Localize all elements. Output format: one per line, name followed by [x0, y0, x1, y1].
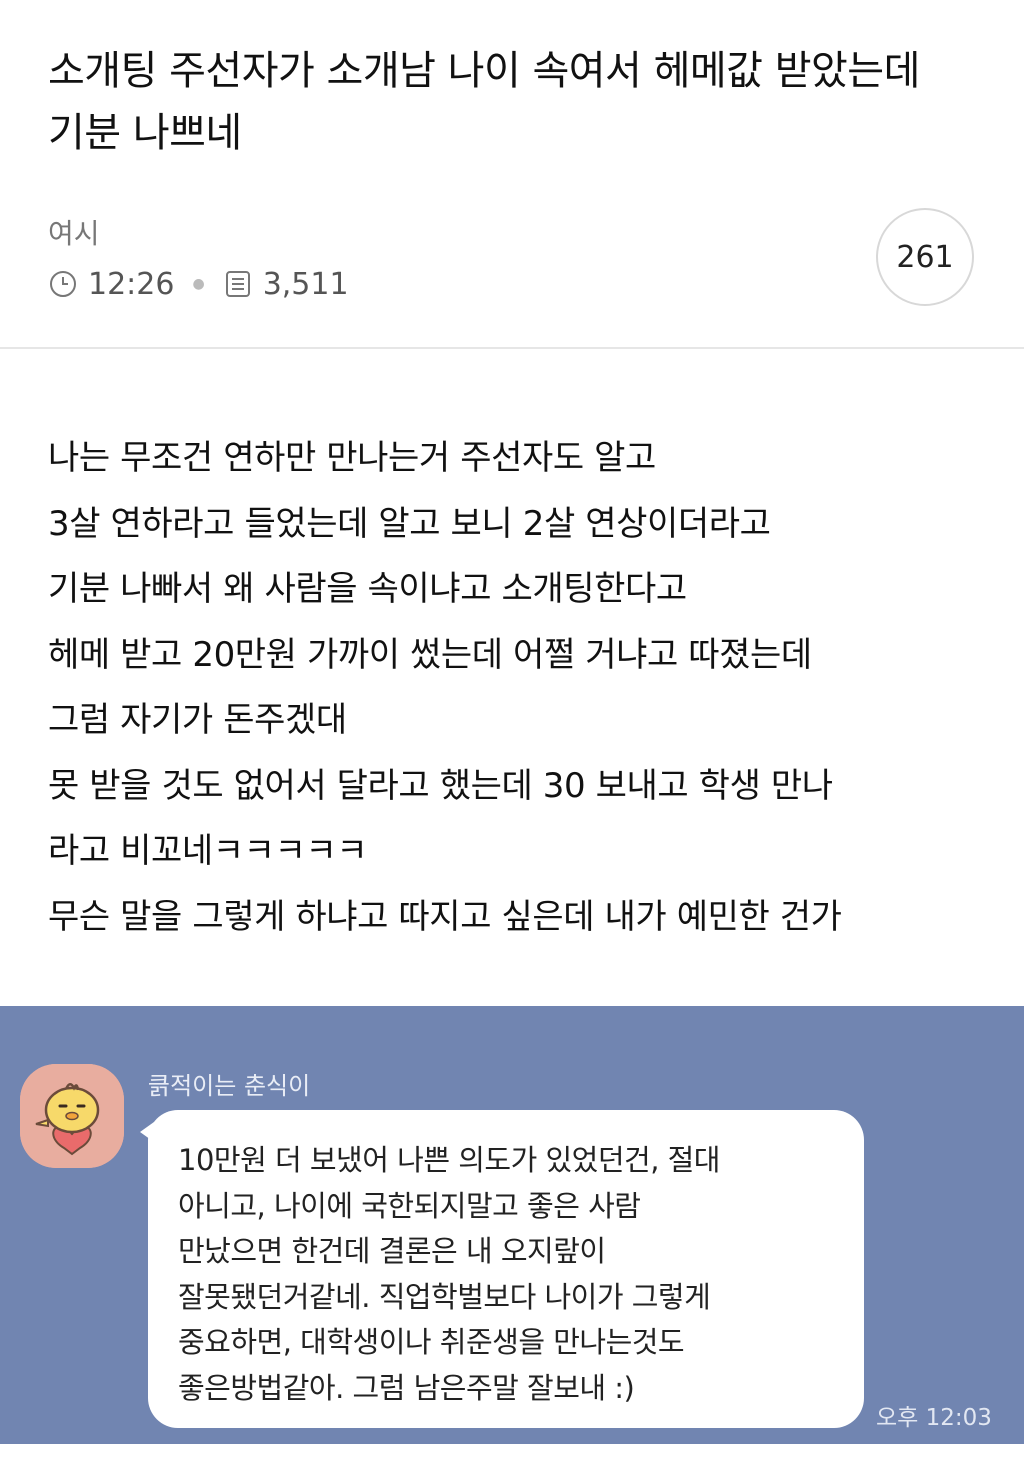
body-line: 라고 비꼬네ㅋㅋㅋㅋㅋ [48, 831, 368, 871]
comment-count-button[interactable]: 261 [876, 208, 974, 306]
body-line: 무슨 말을 그렇게 하냐고 따지고 싶은데 내가 예민한 건가 [48, 896, 842, 937]
meta-separator: ● [192, 276, 205, 292]
post-header: 소개팅 주선자가 소개남 나이 속여서 헤메값 받았는데 기분 나쁘네 여시 1… [0, 0, 1024, 348]
message-line: 10만원 더 보냈어 나쁜 의도가 있었던건, 절대 [178, 1143, 721, 1177]
post-time: 12:26 [88, 266, 175, 302]
post-body: 나는 무조건 연하만 만나는거 주선자도 알고 3살 연하라고 들었는데 알고 … [48, 426, 988, 950]
body-line: 못 받을 것도 없어서 달라고 했는데 30 보내고 학생 만나 [48, 765, 833, 806]
message-line: 아니고, 나이에 국한되지말고 좋은 사람 [178, 1188, 641, 1223]
header-divider [0, 347, 1024, 349]
author-name[interactable]: 여시 [48, 212, 100, 252]
body-line: 3살 연하라고 들었는데 알고 보니 2살 연상이더라고 [48, 503, 771, 544]
body-line: 헤메 받고 20만원 가까이 썼는데 어쩔 거냐고 따졌는데 [48, 634, 812, 675]
chat-message: 10만원 더 보냈어 나쁜 의도가 있었던건, 절대 아니고, 나이에 국한되지… [178, 1138, 838, 1412]
body-line: 나는 무조건 연하만 만나는거 주선자도 알고 [48, 438, 656, 478]
chat-timestamp: 오후 12:03 [876, 1405, 992, 1431]
message-line: 잘못됐던거같네. 직업학벌보다 나이가 그렇게 [178, 1279, 711, 1314]
view-count: 3,511 [262, 266, 349, 302]
message-line: 좋은방법같아. 그럼 남은주말 잘보내 :) [178, 1370, 635, 1405]
clock-icon [48, 269, 78, 299]
post-title: 소개팅 주선자가 소개남 나이 속여서 헤메값 받았는데 기분 나쁘네 [48, 48, 920, 156]
chick-avatar-icon [20, 1064, 124, 1168]
message-line: 만났으면 한건데 결론은 내 오지랖이 [178, 1234, 606, 1269]
chat-screenshot: 큵적이는 춘식이 10만원 더 보냈어 나쁜 의도가 있었던건, 절대 아니고,… [0, 1006, 1024, 1444]
document-icon [223, 269, 253, 299]
chat-sender-name: 큵적이는 춘식이 [148, 1072, 311, 1100]
chat-message-bubble: 10만원 더 보냈어 나쁜 의도가 있었던건, 절대 아니고, 나이에 국한되지… [148, 1110, 864, 1428]
message-line: 중요하면, 대학생이나 취준생을 만나는것도 [178, 1325, 685, 1360]
body-line: 기분 나빠서 왜 사람을 속이냐고 소개팅한다고 [48, 569, 687, 609]
comment-count: 261 [896, 239, 954, 275]
post-meta: 12:26 ● 3,511 [48, 262, 349, 306]
body-line: 그럼 자기가 돈주겠대 [48, 700, 347, 740]
